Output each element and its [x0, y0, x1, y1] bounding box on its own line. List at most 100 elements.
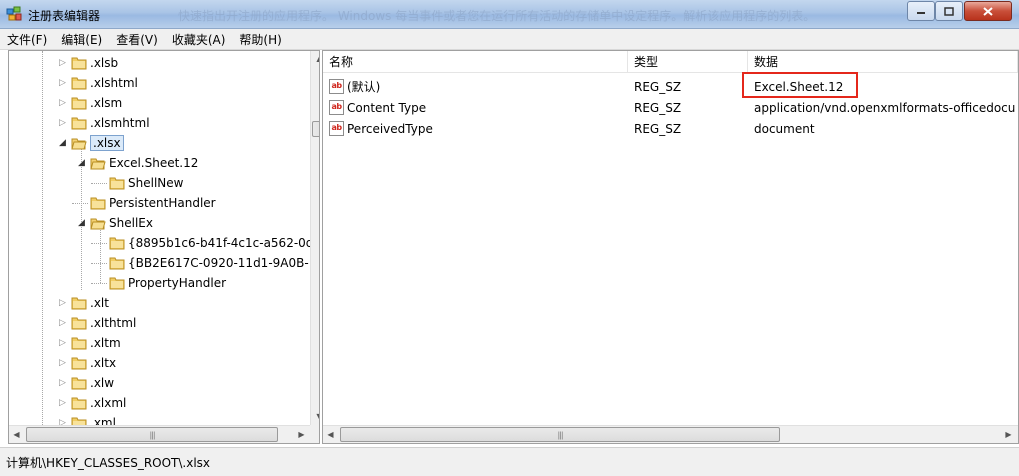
scroll-thumb[interactable]: ||| — [340, 427, 780, 442]
maximize-button[interactable] — [935, 1, 963, 21]
maximize-icon — [944, 6, 954, 16]
tree-item-label: .xlt — [90, 296, 109, 310]
expand-arrow-icon[interactable]: ▷ — [58, 358, 67, 368]
background-window-text: 快速指出开注册的应用程序。 Windows 每当事件或者您在运行所有活动的存储单… — [178, 9, 816, 23]
tree-item[interactable]: PropertyHandler — [109, 273, 226, 293]
folder-icon — [71, 57, 87, 70]
tree-item-label: .xlshtml — [90, 76, 138, 90]
folder-icon — [109, 237, 125, 250]
tree-item[interactable]: .xml — [71, 413, 116, 425]
menu-edit[interactable]: 编辑(E) — [54, 31, 109, 48]
collapse-arrow-icon[interactable]: ◢ — [58, 138, 67, 148]
ab-string-icon: ab — [329, 100, 344, 115]
values-horizontal-scrollbar[interactable]: ◀ ||| ▶ — [323, 425, 1018, 443]
tree-item[interactable]: Excel.Sheet.12 — [90, 153, 198, 173]
tree-item[interactable]: ShellEx — [90, 213, 153, 233]
menu-file[interactable]: 文件(F) — [0, 31, 54, 48]
tree-item-label: ShellNew — [128, 176, 184, 190]
close-button[interactable] — [964, 1, 1012, 21]
menu-favorites[interactable]: 收藏夹(A) — [165, 31, 233, 48]
folder-icon — [71, 337, 87, 350]
tree-item[interactable]: {8895b1c6-b41f-4c1c-a562-0d — [109, 233, 310, 253]
scroll-right-button[interactable]: ▶ — [294, 427, 309, 442]
values-pane: 名称 类型 数据 ab (默认) REG_SZ Excel.Sheet.12 a… — [322, 50, 1019, 444]
scroll-down-button[interactable]: ▼ — [312, 409, 319, 424]
tree-item[interactable]: .xltm — [71, 333, 121, 353]
registry-tree: ▷ .xlsb ▷ .xlshtml ▷ .xlsm ▷ .xlsmhtml ◢ .xlsx ◢ Ex… — [9, 51, 310, 425]
expand-arrow-icon[interactable]: ▷ — [58, 418, 67, 426]
scroll-left-button[interactable]: ◀ — [323, 427, 338, 442]
tree-item-label: .xlsb — [90, 56, 119, 70]
tree-item[interactable]: .xlw — [71, 373, 114, 393]
value-name: Content Type — [347, 100, 427, 115]
expand-arrow-icon[interactable]: ▷ — [58, 58, 67, 68]
tree-item[interactable]: ShellNew — [109, 173, 183, 193]
tree-item-label: Excel.Sheet.12 — [109, 156, 199, 170]
tree-vertical-scrollbar[interactable]: ▲ ▼ — [310, 51, 319, 425]
tree-item-label: PersistentHandler — [109, 196, 216, 210]
tree-item[interactable]: .xlshtml — [71, 73, 138, 93]
collapse-arrow-icon[interactable]: ◢ — [77, 158, 86, 168]
scroll-right-button[interactable]: ▶ — [1001, 427, 1016, 442]
tree-item-label: {8895b1c6-b41f-4c1c-a562-0d — [128, 236, 310, 250]
folder-open-icon — [90, 158, 106, 170]
tree-item[interactable]: .xltx — [71, 353, 116, 373]
scroll-corner — [310, 425, 319, 443]
tree-item[interactable]: .xlxml — [71, 393, 126, 413]
column-header-name[interactable]: 名称 — [323, 51, 628, 73]
expand-arrow-icon[interactable]: ▷ — [58, 298, 67, 308]
tree-guide-line — [91, 243, 107, 244]
expand-arrow-icon[interactable]: ▷ — [58, 118, 67, 128]
folder-open-icon — [90, 218, 106, 230]
tree-item-label: {BB2E617C-0920-11d1-9A0B- — [128, 256, 309, 270]
folder-icon — [71, 317, 87, 330]
collapse-arrow-icon[interactable]: ◢ — [77, 218, 86, 228]
scroll-left-button[interactable]: ◀ — [9, 427, 24, 442]
minimize-button[interactable] — [907, 1, 935, 21]
scroll-up-button[interactable]: ▲ — [312, 51, 319, 66]
expand-arrow-icon[interactable]: ▷ — [58, 378, 67, 388]
folder-icon — [71, 397, 87, 410]
expand-arrow-icon[interactable]: ▷ — [58, 398, 67, 408]
value-row[interactable]: ab Content Type REG_SZ application/vnd.o… — [323, 97, 1018, 118]
expand-arrow-icon[interactable]: ▷ — [58, 338, 67, 348]
menu-help[interactable]: 帮助(H) — [232, 31, 288, 48]
expand-arrow-icon[interactable]: ▷ — [58, 98, 67, 108]
column-header-data[interactable]: 数据 — [748, 51, 1018, 73]
scroll-thumb[interactable] — [312, 121, 319, 137]
tree-item-label: .xml — [90, 416, 116, 425]
folder-icon — [109, 257, 125, 270]
title-bar: 注册表编辑器 快速指出开注册的应用程序。 Windows 每当事件或者您在运行所… — [0, 0, 1019, 29]
tree-item[interactable]: .xlsmhtml — [71, 113, 150, 133]
tree-item-label: .xltx — [90, 356, 117, 370]
highlight-annotation-box — [742, 72, 858, 98]
column-header-type[interactable]: 类型 — [628, 51, 748, 73]
menu-bar: 文件(F) 编辑(E) 查看(V) 收藏夹(A) 帮助(H) — [0, 29, 1019, 50]
tree-item[interactable]: .xlsx — [71, 133, 124, 153]
tree-item[interactable]: .xlsm — [71, 93, 122, 113]
folder-icon — [109, 277, 125, 290]
tree-item-label: PropertyHandler — [128, 276, 227, 290]
tree-item[interactable]: .xlsb — [71, 53, 118, 73]
tree-item[interactable]: .xlt — [71, 293, 109, 313]
tree-horizontal-scrollbar[interactable]: ◀ ||| ▶ — [9, 425, 310, 443]
tree-item[interactable]: {BB2E617C-0920-11d1-9A0B- — [109, 253, 309, 273]
tree-item-label: .xltm — [90, 336, 121, 350]
scroll-thumb[interactable]: ||| — [26, 427, 278, 442]
tree-item-label: .xlsx — [90, 135, 124, 151]
folder-icon — [71, 97, 87, 110]
tree-item-label: .xlxml — [90, 396, 127, 410]
expand-arrow-icon[interactable]: ▷ — [58, 318, 67, 328]
menu-view[interactable]: 查看(V) — [109, 31, 165, 48]
tree-item[interactable]: .xlthtml — [71, 313, 136, 333]
ab-string-icon: ab — [329, 121, 344, 136]
value-name: (默认) — [347, 80, 381, 94]
tree-item[interactable]: PersistentHandler — [90, 193, 216, 213]
expand-arrow-icon[interactable]: ▷ — [58, 78, 67, 88]
folder-icon — [109, 177, 125, 190]
tree-guide-line — [91, 283, 107, 284]
value-row[interactable]: ab PerceivedType REG_SZ document — [323, 118, 1018, 139]
value-row[interactable]: ab (默认) REG_SZ Excel.Sheet.12 — [323, 76, 1018, 97]
tree-item-label: .xlw — [90, 376, 115, 390]
tree-item-label: .xlsmhtml — [90, 116, 150, 130]
